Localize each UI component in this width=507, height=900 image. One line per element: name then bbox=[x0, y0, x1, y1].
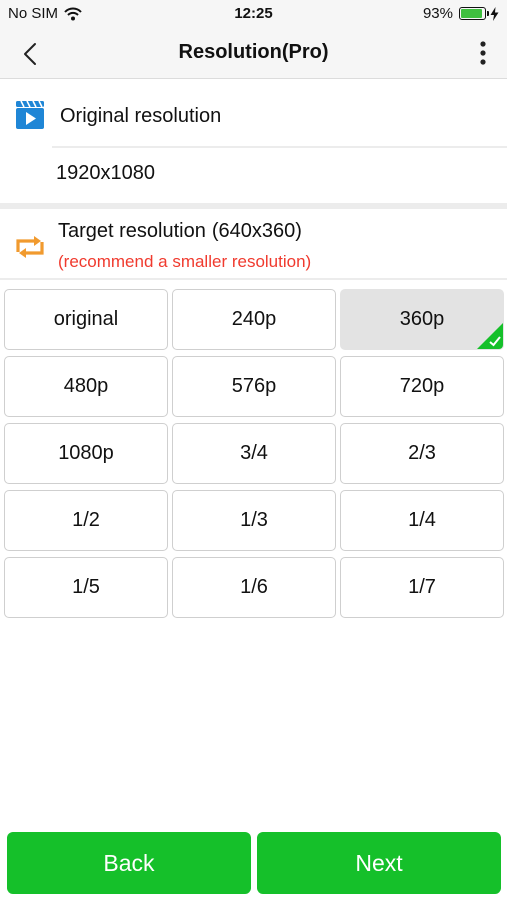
resolution-option-label: 3/4 bbox=[240, 442, 268, 464]
resolution-option[interactable]: original bbox=[4, 289, 168, 350]
resolution-option[interactable]: 480p bbox=[4, 356, 168, 417]
status-bar: No SIM 12:25 93% bbox=[0, 0, 507, 28]
resolution-option[interactable]: 1080p bbox=[4, 423, 168, 484]
original-resolution-header: Original resolution bbox=[0, 80, 507, 146]
resolution-option[interactable]: 720p bbox=[340, 356, 504, 417]
section-divider bbox=[0, 203, 507, 209]
resolution-options-grid: original 240p 360p 480p 576p 720p 1080p 3/4 2/3 1… bbox=[4, 289, 504, 618]
divider bbox=[52, 146, 507, 148]
page-title: Resolution(Pro) bbox=[178, 41, 329, 63]
resolution-option[interactable]: 1/4 bbox=[340, 490, 504, 551]
nav-bar: Resolution(Pro) bbox=[0, 28, 507, 79]
back-button[interactable]: Back bbox=[7, 832, 251, 894]
resolution-option[interactable]: 240p bbox=[172, 289, 336, 350]
resolution-option-label: 1080p bbox=[58, 442, 114, 464]
target-resolution-title: Target resolution bbox=[58, 220, 206, 242]
video-clapper-icon bbox=[16, 100, 44, 129]
resolution-option[interactable]: 1/3 bbox=[172, 490, 336, 551]
resolution-option[interactable]: 2/3 bbox=[340, 423, 504, 484]
resolution-option-label: 1/7 bbox=[408, 576, 436, 598]
selected-checkmark-icon bbox=[477, 323, 503, 349]
original-resolution-label: Original resolution bbox=[60, 105, 222, 127]
resolution-option-label: 1/3 bbox=[240, 509, 268, 531]
resolution-option-label: 2/3 bbox=[408, 442, 436, 464]
resolution-screen: No SIM 12:25 93% Resolution(Pro) Origina… bbox=[0, 0, 507, 900]
resolution-option[interactable]: 3/4 bbox=[172, 423, 336, 484]
resolution-option[interactable]: 1/7 bbox=[340, 557, 504, 618]
resolution-option-label: 1/6 bbox=[240, 576, 268, 598]
next-button[interactable]: Next bbox=[257, 832, 501, 894]
resolution-option-label: 480p bbox=[63, 375, 109, 397]
resolution-option-label: 576p bbox=[231, 375, 277, 397]
target-resolution-label: Target resolution (640x360) bbox=[58, 220, 302, 243]
resolution-option-label: 360p bbox=[399, 308, 445, 330]
resolution-option-label: 1/5 bbox=[72, 576, 100, 598]
resolution-option[interactable]: 576p bbox=[172, 356, 336, 417]
recommendation-note: (recommend a smaller resolution) bbox=[58, 252, 312, 271]
resolution-option[interactable]: 1/5 bbox=[4, 557, 168, 618]
resolution-option-label: 720p bbox=[399, 375, 445, 397]
vertical-ellipsis-icon[interactable] bbox=[475, 39, 491, 67]
resolution-option-label: 1/2 bbox=[72, 509, 100, 531]
target-resolution-value: (640x360) bbox=[211, 220, 302, 242]
resolution-option[interactable]: 360p bbox=[340, 289, 504, 350]
divider bbox=[0, 278, 507, 280]
status-right: 93% bbox=[423, 5, 499, 22]
resolution-option-label: 1/4 bbox=[408, 509, 436, 531]
resolution-option[interactable]: 1/2 bbox=[4, 490, 168, 551]
resolution-option[interactable]: 1/6 bbox=[172, 557, 336, 618]
battery-icon bbox=[459, 7, 489, 20]
original-resolution-value: 1920x1080 bbox=[56, 162, 155, 184]
resolution-option-label: 240p bbox=[231, 308, 277, 330]
resolution-option-label: original bbox=[53, 308, 119, 330]
battery-percent: 93% bbox=[422, 5, 453, 22]
charging-bolt-icon bbox=[490, 6, 499, 21]
convert-arrows-icon bbox=[16, 236, 44, 258]
